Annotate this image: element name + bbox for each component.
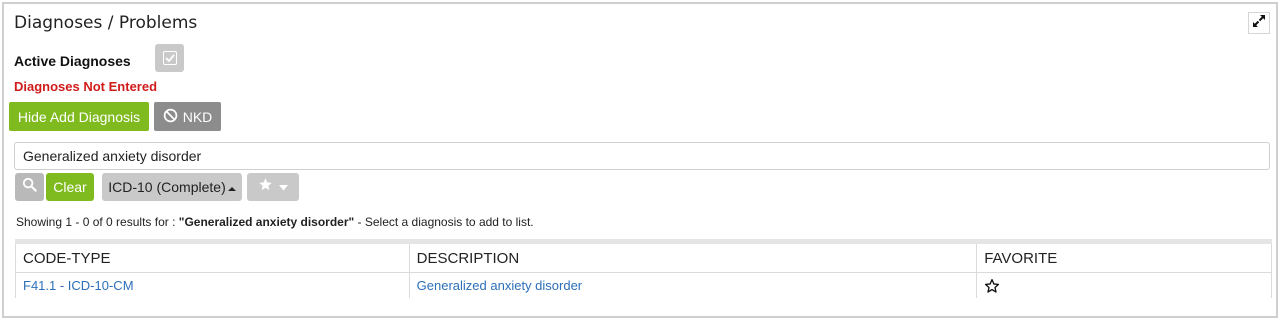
expand-icon — [1252, 14, 1266, 33]
star-icon — [258, 177, 273, 197]
codeset-dropdown[interactable]: ICD-10 (Complete) — [102, 173, 242, 201]
column-header-code-type: CODE-TYPE — [15, 241, 410, 273]
results-suffix: - Select a diagnosis to add to list. — [354, 215, 534, 229]
caret-down-icon — [279, 178, 288, 196]
results-summary: Showing 1 - 0 of 0 results for : "Genera… — [16, 215, 534, 229]
expand-button[interactable] — [1248, 12, 1270, 34]
code-type-link[interactable]: F41.1 - ICD-10-CM — [23, 278, 134, 293]
column-header-favorite: FAVORITE — [976, 241, 1272, 273]
hide-add-diagnosis-button[interactable]: Hide Add Diagnosis — [9, 102, 149, 131]
table-row[interactable]: F41.1 - ICD-10-CM Generalized anxiety di… — [15, 272, 1272, 298]
description-link[interactable]: Generalized anxiety disorder — [417, 278, 582, 293]
results-prefix: Showing 1 - 0 of 0 results for : — [16, 215, 179, 229]
diagnosis-search-input[interactable] — [14, 142, 1270, 170]
nkd-button[interactable]: NKD — [154, 102, 221, 131]
diagnosis-results-table: CODE-TYPE DESCRIPTION FAVORITE F41.1 - I… — [15, 239, 1272, 298]
diagnoses-panel: Diagnoses / Problems Active Diagnoses Di… — [2, 2, 1278, 318]
nkd-label: NKD — [182, 108, 213, 125]
table-header-row: CODE-TYPE DESCRIPTION FAVORITE — [15, 241, 1272, 273]
description-cell[interactable]: Generalized anxiety disorder — [408, 272, 978, 298]
checkbox-icon — [162, 51, 177, 65]
clear-button[interactable]: Clear — [46, 173, 94, 201]
star-outline-icon[interactable] — [984, 277, 1000, 293]
favorite-cell[interactable] — [976, 272, 1272, 298]
active-diagnoses-checkbox[interactable] — [155, 44, 184, 72]
search-button[interactable] — [15, 173, 44, 201]
code-type-cell[interactable]: F41.1 - ICD-10-CM — [15, 272, 410, 298]
panel-title: Diagnoses / Problems — [14, 13, 198, 33]
diagnoses-not-entered-text: Diagnoses Not Entered — [14, 79, 158, 94]
codeset-label: ICD-10 (Complete) — [108, 179, 226, 195]
column-header-description: DESCRIPTION — [408, 241, 978, 273]
prohibited-icon — [163, 108, 178, 126]
caret-up-icon — [227, 179, 236, 195]
favorites-dropdown[interactable] — [247, 173, 299, 201]
search-icon — [22, 177, 37, 197]
results-query: "Generalized anxiety disorder" — [178, 215, 355, 229]
active-diagnoses-label: Active Diagnoses — [14, 53, 131, 69]
